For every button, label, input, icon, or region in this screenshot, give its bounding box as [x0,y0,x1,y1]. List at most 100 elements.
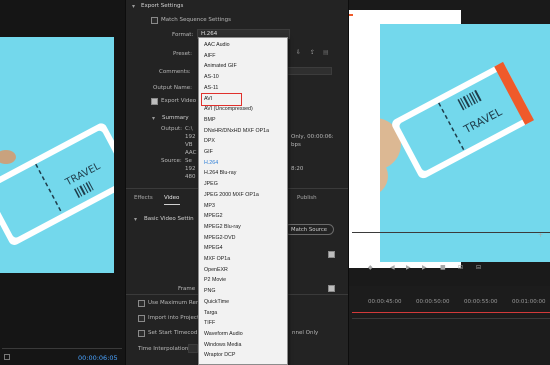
format-option[interactable]: JPEG [199,179,287,190]
match-sequence-label: Match Sequence Settings [161,17,231,23]
ruler-tick-1: 00:00:45:00 [368,299,402,305]
render-alpha-label: nnel Only [292,330,319,336]
comments-label: Comments: [159,69,191,75]
active-tab-underline [164,204,180,205]
match-source-label: Match Source [291,227,328,233]
tab-effects[interactable]: Effects [134,195,153,201]
export-video-checkbox[interactable] [151,98,158,105]
format-option[interactable]: AS-11 [199,83,287,94]
collapse-arrow-icon[interactable]: ▾ [132,3,135,10]
save-preset-icon[interactable]: ⇩ [296,49,301,56]
output-line-3: VB [185,142,193,148]
max-render-label: Use Maximum Ren [148,300,200,306]
timeline-work-area-bar [352,312,550,313]
width-match-checkbox[interactable] [328,251,335,258]
export-video-label: Export Video [161,98,197,104]
timeline-ruler[interactable]: 00:00:45:00 00:00:50:00 00:00:55:00 00:0… [352,296,550,308]
format-option[interactable]: GIF [199,147,287,158]
format-option[interactable]: AIFF [199,51,287,62]
ruler-tick-2: 00:00:50:00 [416,299,450,305]
match-source-button[interactable]: Match Source [284,224,334,235]
format-option[interactable]: BMP [199,115,287,126]
output-line-2: 192 [185,134,196,140]
format-option[interactable]: TIFF [199,318,287,329]
time-interpolation-select[interactable] [188,344,198,353]
right-ticket-illustration: TRAVEL [380,61,535,192]
add-button-icon[interactable]: + [538,232,543,239]
left-monitor-divider [2,348,122,349]
video-settings-arrow-icon[interactable]: ▾ [134,216,137,223]
source-line-3: 480 [185,174,196,180]
format-option[interactable]: OpenEXR [199,265,287,276]
format-option[interactable]: Windows Media [199,340,287,351]
left-ticket-illustration: TRAVEL [0,123,114,245]
format-option[interactable]: QuickTime [199,297,287,308]
fit-icon[interactable] [4,354,10,360]
source-line-1: Se [185,158,192,164]
step-forward-icon[interactable]: ▶ [422,264,427,271]
source-line-2: 192 [185,166,196,172]
import-preset-icon[interactable]: ⇪ [310,49,315,56]
ruler-tick-3: 00:00:55:00 [464,299,498,305]
step-back-icon[interactable]: ◀ [390,264,395,271]
format-option[interactable]: MPEG2 Blu-ray [199,222,287,233]
format-option[interactable]: AS-10 [199,72,287,83]
import-project-label: Import into Project [148,315,200,321]
format-label: Format: [172,32,194,38]
avi-highlight-box [201,93,242,106]
format-option[interactable]: AAC Audio [199,40,287,51]
format-option[interactable]: Wraptor DCP [199,350,287,361]
source-label: Source: [161,158,182,164]
output-label: Output: [161,126,182,132]
source-tail: 8:20 [291,166,304,172]
format-option[interactable]: Waveform Audio [199,329,287,340]
format-option[interactable]: H.264 Blu-ray [199,168,287,179]
track-divider [352,318,550,319]
comments-input[interactable] [286,67,332,75]
summary-arrow-icon[interactable]: ▾ [152,115,155,122]
frame-rate-checkbox[interactable] [328,285,335,292]
output-name-label: Output Name: [153,85,192,91]
output-line-1: C:\ [185,126,193,132]
left-preview-frame: TRAVEL [0,37,114,273]
output-tail-1: Only, 00:00:06: [291,134,334,140]
tab-video[interactable]: Video [164,195,179,201]
summary-title: Summary [162,115,189,121]
format-option[interactable]: MP3 [199,201,287,212]
format-option[interactable]: MXF OP1a [199,254,287,265]
start-timecode-label: Set Start Timecod [148,330,198,336]
marker-icon[interactable]: ◆ [368,264,373,271]
frame-rate-label: Frame [178,286,196,292]
format-option[interactable]: JPEG 2000 MXF OP1a [199,190,287,201]
format-dropdown-list[interactable]: AAC Audio AIFF Animated GIF AS-10 AS-11 AVI AV… [198,37,288,365]
scrub-bar[interactable] [352,232,550,233]
tab-publish[interactable]: Publish [297,195,317,201]
format-option[interactable]: DPX [199,136,287,147]
format-option[interactable]: MPEG2-DVD [199,233,287,244]
insert-icon[interactable]: ⊞ [458,264,463,271]
match-sequence-checkbox[interactable] [151,17,158,24]
left-timecode: 00:00:06:05 [78,354,118,362]
format-option[interactable]: PNG [199,286,287,297]
output-tail-2: bps [291,142,301,148]
orange-stripe [349,14,353,16]
overwrite-icon[interactable]: ⊟ [476,264,481,271]
format-option[interactable]: MPEG4 [199,243,287,254]
format-option[interactable]: Animated GIF [199,61,287,72]
output-line-4: AAC [185,150,197,156]
time-interpolation-label: Time Interpolation: [138,346,191,352]
right-preview-canvas: TRAVEL [380,24,550,262]
delete-preset-icon[interactable]: ▤ [323,49,329,56]
import-project-checkbox[interactable] [138,315,145,322]
max-render-checkbox[interactable] [138,300,145,307]
format-option[interactable]: Targa [199,308,287,319]
format-option[interactable]: H.264 [199,158,287,169]
format-option[interactable]: MPEG2 [199,211,287,222]
camera-icon[interactable]: ■ [440,264,446,271]
format-option[interactable]: DNxHR/DNxHD MXF OP1a [199,126,287,137]
play-icon[interactable]: ▶ [406,264,411,271]
ruler-tick-4: 00:01:00:00 [512,299,546,305]
start-timecode-checkbox[interactable] [138,330,145,337]
export-settings-title: Export Settings [141,3,184,9]
format-option[interactable]: P2 Movie [199,275,287,286]
